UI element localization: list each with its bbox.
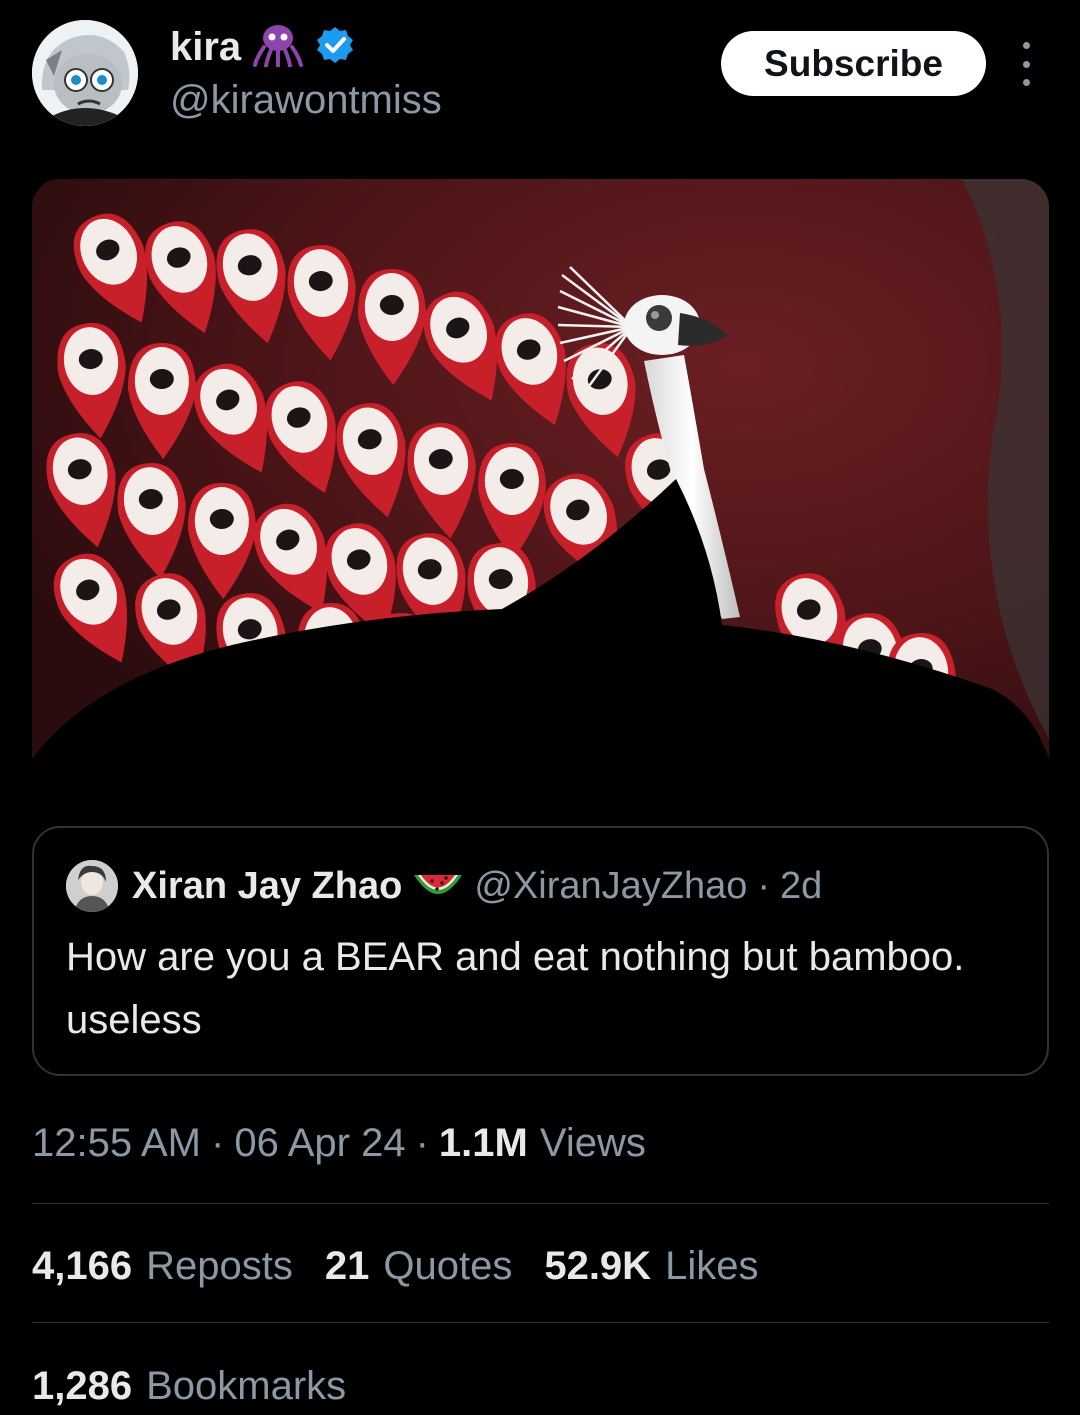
quoted-post-card[interactable]: Xiran Jay Zhao @XiranJayZhao · 2d How ar… bbox=[32, 826, 1049, 1076]
post-meta: 12:55 AM · 06 Apr 24 · 1.1M Views bbox=[32, 1116, 646, 1170]
quoted-author-name[interactable]: Xiran Jay Zhao bbox=[132, 865, 402, 908]
likes-label: Likes bbox=[665, 1243, 759, 1288]
views-count: 1.1M bbox=[438, 1120, 528, 1165]
engagement-stats: 4,166 Reposts 21 Quotes 52.9K Likes bbox=[32, 1238, 790, 1294]
separator-dot: · bbox=[757, 864, 771, 907]
quoted-author-avatar[interactable] bbox=[66, 860, 118, 912]
watermelon-icon bbox=[412, 869, 464, 903]
quoted-post-text: How are you a BEAR and eat nothing but b… bbox=[66, 935, 965, 1042]
quotes-count: 21 bbox=[324, 1243, 370, 1288]
bookmarks-stat[interactable]: 1,286 Bookmarks bbox=[32, 1364, 346, 1409]
author-avatar[interactable] bbox=[32, 20, 138, 126]
reposts-count: 4,166 bbox=[32, 1243, 133, 1288]
quotes-stat[interactable]: 21 Quotes bbox=[325, 1244, 512, 1289]
divider bbox=[32, 1322, 1049, 1323]
post-time[interactable]: 12:55 AM bbox=[32, 1121, 201, 1166]
separator-dot: · bbox=[211, 1120, 225, 1165]
author-handle[interactable]: @kirawontmiss bbox=[170, 78, 442, 123]
likes-stat[interactable]: 52.9K Likes bbox=[544, 1244, 758, 1289]
bookmarks-stats: 1,286 Bookmarks bbox=[32, 1358, 378, 1414]
more-vertical-icon[interactable] bbox=[1012, 42, 1040, 86]
quoted-author-handle[interactable]: @XiranJayZhao bbox=[474, 865, 747, 908]
verified-badge-icon bbox=[315, 25, 355, 70]
bookmarks-label: Bookmarks bbox=[146, 1363, 347, 1408]
quoted-post-age: 2d bbox=[780, 864, 823, 907]
subscribe-button[interactable]: Subscribe bbox=[721, 31, 986, 96]
bookmarks-count: 1,286 bbox=[32, 1363, 133, 1408]
alien-monster-icon bbox=[253, 23, 304, 72]
views-label: Views bbox=[539, 1120, 646, 1165]
quoted-post-header: Xiran Jay Zhao @XiranJayZhao · 2d bbox=[66, 858, 822, 914]
likes-count: 52.9K bbox=[544, 1243, 652, 1288]
divider bbox=[32, 1203, 1049, 1204]
quotes-label: Quotes bbox=[383, 1243, 513, 1288]
post-image[interactable] bbox=[32, 179, 1049, 799]
post-date[interactable]: 06 Apr 24 bbox=[234, 1121, 405, 1166]
author-name-row: kira bbox=[170, 22, 355, 72]
reposts-label: Reposts bbox=[146, 1243, 293, 1288]
post-detail: kira @kirawontmiss Subscribe Xiran Jay Z… bbox=[0, 0, 1080, 1415]
separator-dot: · bbox=[415, 1120, 429, 1165]
reposts-stat[interactable]: 4,166 Reposts bbox=[32, 1244, 293, 1289]
author-name[interactable]: kira bbox=[170, 25, 241, 70]
